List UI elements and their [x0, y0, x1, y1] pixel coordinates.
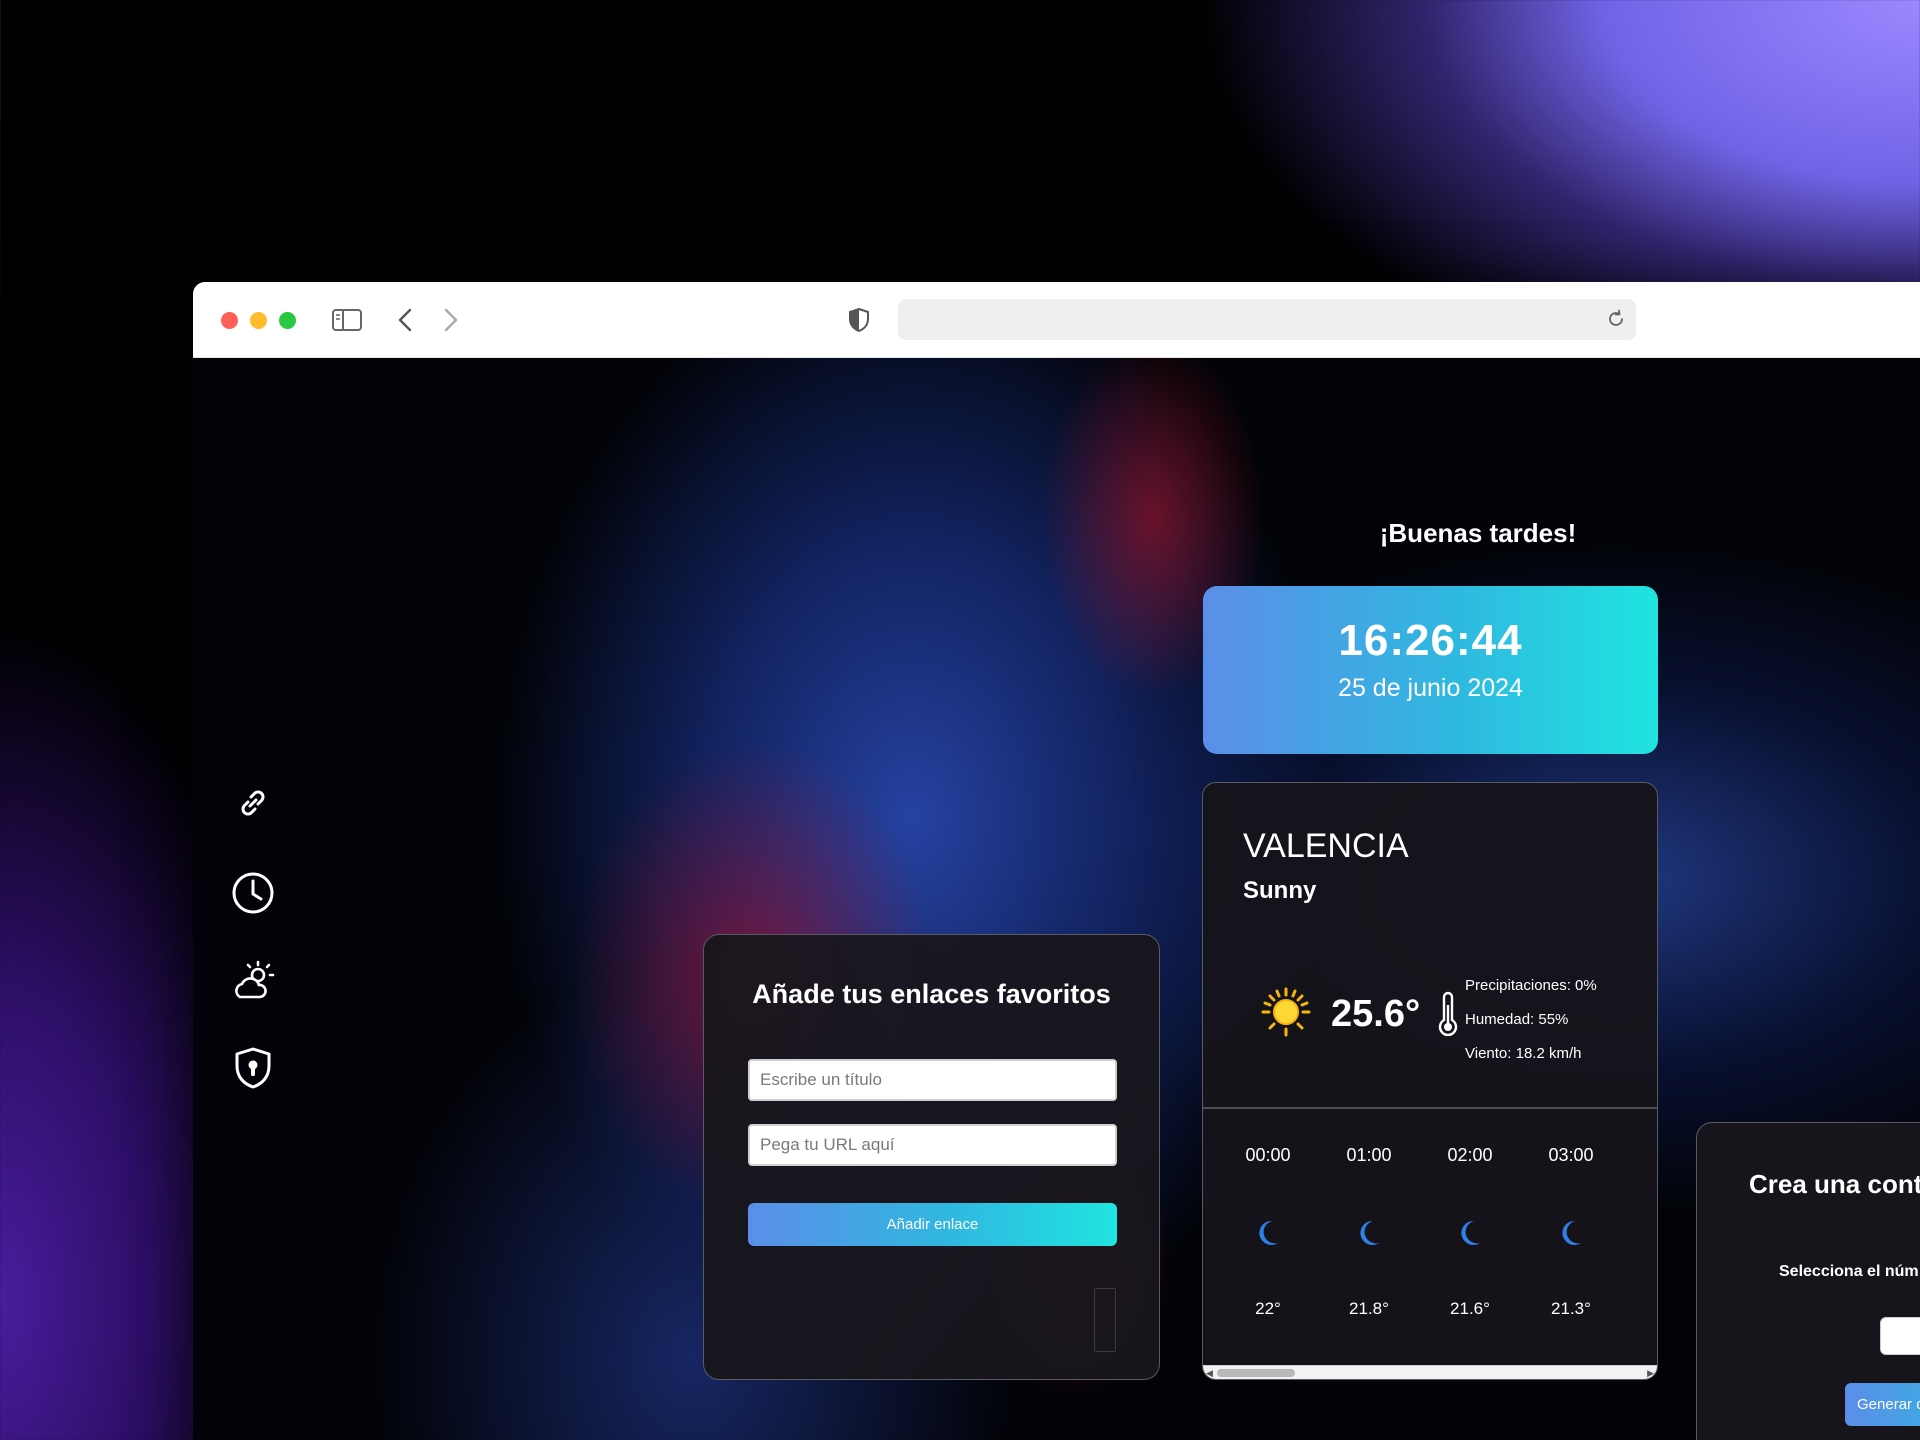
- minimize-window-button[interactable]: [250, 312, 267, 329]
- weather-card: VALENCIA Sunny 25.6° Precipitaciones: 0%…: [1202, 782, 1658, 1380]
- password-length-input[interactable]: [1880, 1317, 1920, 1355]
- password-length-label: Selecciona el núm: [1779, 1263, 1919, 1280]
- weather-temperature: 25.6°: [1331, 993, 1421, 1035]
- thermometer-icon: [1437, 991, 1459, 1042]
- password-title: Crea una cont: [1749, 1169, 1920, 1199]
- scrollbar-thumb[interactable]: [1217, 1369, 1295, 1377]
- weather-precipitation: Precipitaciones: 0%: [1465, 977, 1597, 994]
- reload-icon[interactable]: [1606, 309, 1626, 334]
- hourly-temp: 21.3°: [1551, 1299, 1591, 1318]
- weather-city: VALENCIA: [1243, 827, 1409, 865]
- weather-humidity: Humedad: 55%: [1465, 1011, 1569, 1028]
- hourly-item: 03:00 21.3°: [1526, 1145, 1616, 1318]
- address-bar[interactable]: [898, 299, 1636, 340]
- hourly-temp: 22°: [1255, 1299, 1281, 1318]
- back-icon[interactable]: [395, 304, 415, 336]
- maximize-window-button[interactable]: [279, 312, 296, 329]
- close-window-button[interactable]: [221, 312, 238, 329]
- clock-card: 16:26:44 25 de junio 2024: [1203, 586, 1658, 754]
- browser-window: ¡Buenas tardes! 16:26:44 25 de junio 202…: [193, 282, 1920, 1440]
- password-card: Crea una cont Selecciona el núm Generar …: [1696, 1122, 1920, 1440]
- hourly-time: 00:00: [1245, 1145, 1291, 1165]
- sidebar-item-clock[interactable]: [231, 871, 275, 920]
- weather-details: Precipitaciones: 0% Humedad: 55% Viento:…: [1465, 969, 1597, 1071]
- hourly-time: 03:00: [1548, 1145, 1594, 1165]
- weather-condition: Sunny: [1243, 877, 1317, 904]
- sun-icon: [1261, 987, 1311, 1042]
- hourly-item: 00:00 22°: [1223, 1145, 1313, 1318]
- sidebar-item-weather[interactable]: [230, 959, 276, 1008]
- page-content: ¡Buenas tardes! 16:26:44 25 de junio 202…: [193, 358, 1920, 1440]
- partly-cloudy-icon: [230, 959, 276, 1008]
- hourly-time: 02:00: [1447, 1145, 1493, 1165]
- hourly-temp: 21.6°: [1450, 1299, 1490, 1318]
- weather-wind: Viento: 18.2 km/h: [1465, 1045, 1582, 1062]
- link-title-input[interactable]: [748, 1059, 1117, 1101]
- scroll-right-icon[interactable]: ▶: [1647, 1368, 1654, 1379]
- add-link-button[interactable]: Añadir enlace: [748, 1203, 1117, 1246]
- hourly-item: 02:00 21.6°: [1425, 1145, 1515, 1318]
- greeting-text: ¡Buenas tardes!: [1379, 518, 1577, 548]
- browser-toolbar: [193, 282, 1920, 358]
- hourly-time: 01:00: [1346, 1145, 1392, 1165]
- sidebar-item-links[interactable]: [231, 783, 275, 827]
- clock-date: 25 de junio 2024: [1338, 674, 1523, 702]
- moon-icon: [1425, 1219, 1515, 1247]
- weather-divider: [1203, 1107, 1657, 1109]
- shield-keyhole-icon: [233, 1046, 273, 1095]
- forward-icon[interactable]: [441, 304, 461, 336]
- sidebar-item-password[interactable]: [231, 1046, 275, 1095]
- privacy-shield-icon[interactable]: [847, 304, 871, 336]
- link-icon: [235, 785, 271, 826]
- hourly-scrollbar[interactable]: ◀ ▶: [1203, 1365, 1657, 1379]
- moon-icon: [1324, 1219, 1414, 1247]
- link-url-input[interactable]: [748, 1124, 1117, 1166]
- hourly-item: 01:00 21.8°: [1324, 1145, 1414, 1318]
- links-card: Añade tus enlaces favoritos Añadir enlac…: [703, 934, 1160, 1380]
- generate-password-button[interactable]: Generar c: [1845, 1383, 1920, 1426]
- moon-icon: [1223, 1219, 1313, 1247]
- sidebar-toggle-icon[interactable]: [331, 304, 363, 336]
- clock-time: 16:26:44: [1338, 616, 1523, 665]
- scroll-left-icon[interactable]: ◀: [1206, 1368, 1213, 1379]
- links-list-scrollbar[interactable]: [1094, 1288, 1116, 1352]
- hourly-temp: 21.8°: [1349, 1299, 1389, 1318]
- moon-icon: [1526, 1219, 1616, 1247]
- clock-icon: [231, 871, 275, 920]
- links-title: Añade tus enlaces favoritos: [752, 979, 1111, 1009]
